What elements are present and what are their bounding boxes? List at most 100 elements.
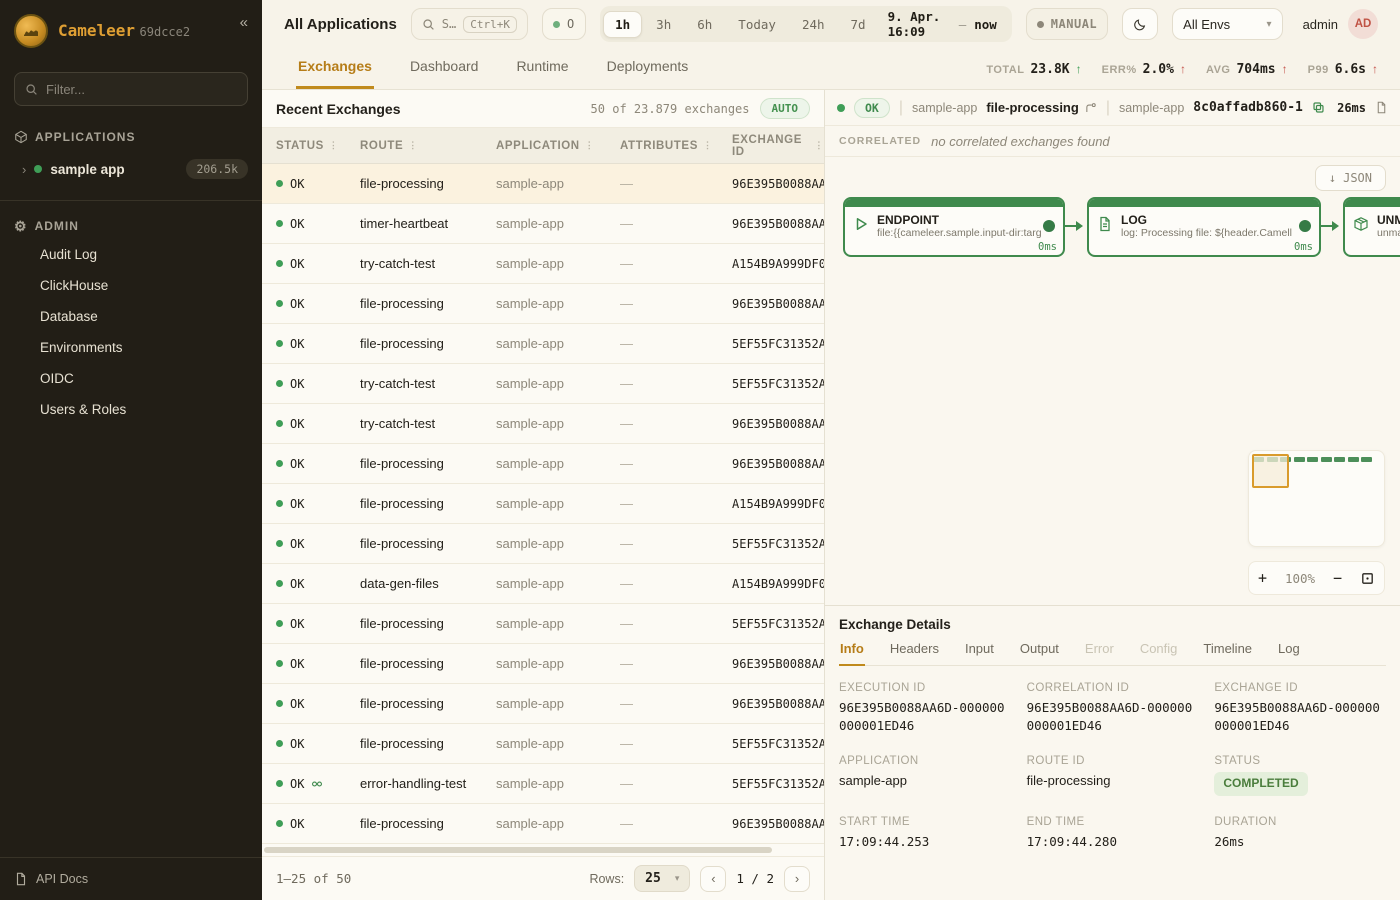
details-title: Exchange Details <box>839 614 1386 641</box>
table-row[interactable]: OK try-catch-test sample-app — 96E395B00… <box>262 404 824 444</box>
auto-refresh-badge[interactable]: AUTO <box>760 98 811 119</box>
filter-input[interactable] <box>46 82 237 97</box>
sidebar-admin-item[interactable]: Users & Roles <box>0 394 262 425</box>
main-tab[interactable]: Exchanges <box>296 48 374 89</box>
flow-node-log[interactable]: LOG log: Processing file: ${header.Camel… <box>1087 197 1321 257</box>
download-json-button[interactable]: ↓ JSON <box>1315 165 1386 191</box>
table-row[interactable]: OK file-processing sample-app — 5EF55FC3… <box>262 524 824 564</box>
detail-tab[interactable]: Info <box>839 641 865 666</box>
app-count-badge: 206.5k <box>186 159 248 179</box>
table-row[interactable]: OK file-processing sample-app — 5EF55FC3… <box>262 724 824 764</box>
breadcrumb-application[interactable]: sample-app <box>1119 101 1184 115</box>
sidebar-admin-item[interactable]: ClickHouse <box>0 270 262 301</box>
table-row[interactable]: OK file-processing sample-app — 96E395B0… <box>262 164 824 204</box>
trend-arrow-icon: ↑ <box>1180 62 1186 76</box>
status-cell: OK <box>276 417 360 431</box>
detail-tab[interactable]: Output <box>1019 641 1060 666</box>
detail-tab[interactable]: Timeline <box>1202 641 1253 666</box>
column-header[interactable]: APPLICATION ⋮ <box>496 140 620 152</box>
global-search[interactable]: S… Ctrl+K <box>411 8 528 40</box>
table-row[interactable]: OK file-processing sample-app — 5EF55FC3… <box>262 604 824 644</box>
main-tab[interactable]: Deployments <box>605 48 691 89</box>
detail-tab[interactable]: Headers <box>889 641 940 666</box>
document-icon[interactable] <box>1375 101 1388 114</box>
user-menu: admin AD <box>1303 9 1378 39</box>
status-dot <box>276 780 283 787</box>
sidebar-admin-item[interactable]: OIDC <box>0 363 262 394</box>
breadcrumb-exchange-id[interactable]: 8c0affadb860-1 <box>1193 100 1303 115</box>
field-label: STATUS <box>1214 755 1386 767</box>
table-row[interactable]: OK file-processing sample-app — 96E395B0… <box>262 284 824 324</box>
scrollbar-thumb[interactable] <box>264 847 772 853</box>
table-row[interactable]: OK file-processing sample-app — 96E395B0… <box>262 644 824 684</box>
status-text: OK <box>290 777 304 791</box>
table-row[interactable]: OK file-processing sample-app — 96E395B0… <box>262 804 824 844</box>
table-row[interactable]: OK try-catch-test sample-app — 5EF55FC31… <box>262 364 824 404</box>
sidebar-admin-item[interactable]: Audit Log <box>0 239 262 270</box>
prev-page-button[interactable]: ‹ <box>700 866 726 892</box>
sidebar-collapse-button[interactable]: « <box>240 14 248 31</box>
sidebar-admin-item[interactable]: Database <box>0 301 262 332</box>
flow-node-unmarshal[interactable]: UNMA unmars <box>1343 197 1400 257</box>
table-row[interactable]: OK data-gen-files sample-app — A154B9A99… <box>262 564 824 604</box>
detail-tab[interactable]: Config <box>1139 641 1179 666</box>
time-range-button[interactable]: 24h <box>790 11 837 38</box>
breadcrumb-route[interactable]: file-processing <box>986 100 1096 115</box>
fit-view-icon[interactable] <box>1360 571 1375 586</box>
time-range-button[interactable]: 3h <box>644 11 683 38</box>
table-row[interactable]: OK timer-heartbeat sample-app — 96E395B0… <box>262 204 824 244</box>
time-range-button[interactable]: 6h <box>685 11 724 38</box>
sidebar-item-sample-app[interactable]: › sample app 206.5k <box>0 150 262 188</box>
app-logo-icon <box>14 14 48 48</box>
sidebar-item-api-docs[interactable]: API Docs <box>0 857 262 900</box>
status-cell: OK <box>276 457 360 471</box>
theme-toggle-button[interactable] <box>1122 8 1158 40</box>
time-range-button[interactable]: Today <box>726 11 788 38</box>
sidebar-admin-item[interactable]: Environments <box>0 332 262 363</box>
table-row[interactable]: OK file-processing sample-app — 96E395B0… <box>262 684 824 724</box>
rows-per-page-select[interactable]: 25 ▾ <box>634 865 690 892</box>
main-tab[interactable]: Runtime <box>514 48 570 89</box>
main-tab[interactable]: Dashboard <box>408 48 481 89</box>
expand-chevron-icon[interactable]: › <box>22 162 26 177</box>
table-row[interactable]: OK file-processing sample-app — A154B9A9… <box>262 484 824 524</box>
flow-node-endpoint[interactable]: ENDPOINT file:{{cameleer.sample.input-di… <box>843 197 1065 257</box>
field-value: 96E395B0088AA6D-000000000001ED46 <box>1214 699 1386 735</box>
time-range-button[interactable]: 1h <box>603 11 642 38</box>
column-header[interactable]: EXCHANGE ID ⋮ <box>732 134 824 158</box>
detail-tab[interactable]: Input <box>964 641 995 666</box>
table-row[interactable]: OK file-processing sample-app — 5EF55FC3… <box>262 324 824 364</box>
column-header[interactable]: STATUS ⋮ <box>276 140 360 152</box>
status-text: OK <box>290 657 304 671</box>
zoom-out-button[interactable]: − <box>1333 569 1342 587</box>
table-row[interactable]: OK error-handling-test sample-app — 5EF5… <box>262 764 824 804</box>
zoom-in-button[interactable]: + <box>1258 569 1267 587</box>
route-flow-canvas[interactable]: ↓ JSON ENDPOINT file:{{cameleer.sample.i… <box>825 157 1400 605</box>
exchange-id-cell: 96E395B0088AA6D <box>732 297 824 311</box>
column-header[interactable]: ROUTE ⋮ <box>360 140 496 152</box>
sort-icon: ⋮ <box>814 140 824 151</box>
attributes-cell: — <box>620 376 732 391</box>
table-row[interactable]: OK try-catch-test sample-app — A154B9A99… <box>262 244 824 284</box>
sidebar-divider <box>0 200 262 201</box>
route-cell: data-gen-files <box>360 576 496 591</box>
minimap-viewport[interactable] <box>1252 454 1289 488</box>
date-range-display[interactable]: 9. Apr. 16:09 — now <box>880 9 1009 39</box>
copy-icon[interactable] <box>1312 101 1325 114</box>
manual-refresh-button[interactable]: MANUAL <box>1026 8 1108 40</box>
flow-minimap[interactable] <box>1248 450 1385 547</box>
next-page-button[interactable]: › <box>784 866 810 892</box>
detail-tab[interactable]: Log <box>1277 641 1301 666</box>
log-file-icon <box>1097 216 1113 237</box>
environment-selector[interactable]: All Envs ▾ <box>1172 8 1282 40</box>
breadcrumb-application[interactable]: sample-app <box>912 101 977 115</box>
application-cell: sample-app <box>496 456 620 471</box>
table-row[interactable]: OK file-processing sample-app — 96E395B0… <box>262 444 824 484</box>
detail-tab[interactable]: Error <box>1084 641 1115 666</box>
live-status-button[interactable]: O <box>542 8 586 40</box>
package-icon <box>1353 216 1369 237</box>
avatar[interactable]: AD <box>1348 9 1378 39</box>
application-cell: sample-app <box>496 536 620 551</box>
column-header[interactable]: ATTRIBUTES ⋮ <box>620 140 732 152</box>
time-range-button[interactable]: 7d <box>839 11 878 38</box>
